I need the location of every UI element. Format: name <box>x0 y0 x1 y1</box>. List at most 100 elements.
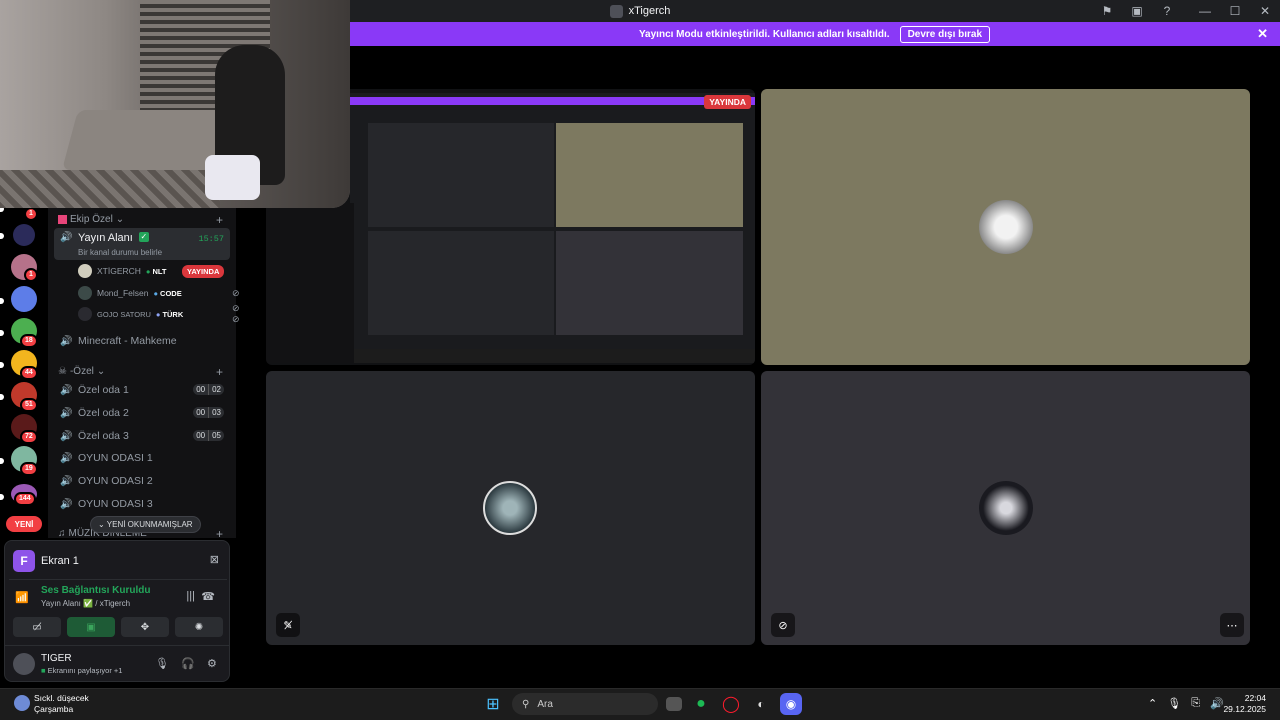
channel-ozel-oda-2[interactable]: 🔊 Özel oda 2 00 03 <box>54 402 230 423</box>
channel-name: OYUN ODASI 2 <box>78 474 153 487</box>
new-servers-badge[interactable]: YENİ <box>6 516 42 532</box>
disable-streamer-mode-button[interactable]: Devre dışı bırak <box>899 25 991 43</box>
server-mention-badge: 44 <box>20 366 38 380</box>
avatar[interactable] <box>13 653 35 675</box>
camera-off-icon[interactable]: ⊘ <box>771 613 795 637</box>
channel-name: Özel oda 2 <box>78 406 129 419</box>
user-name[interactable]: TIGER <box>41 653 72 664</box>
webcam-bed <box>61 110 229 170</box>
discord-icon[interactable]: ◉ <box>780 693 802 715</box>
maximize-button[interactable]: ☐ <box>1220 0 1250 22</box>
discord-window: xTigerch ⚑ ▣ ? — ☐ ✕ Yayıncı Modu etkinl… <box>0 0 1280 720</box>
signal-icon[interactable]: 📶 <box>15 591 29 604</box>
share-screen-button[interactable]: ▣ <box>67 617 115 637</box>
chevron-down-icon: ⌄ <box>115 214 125 225</box>
microphone-icon[interactable]: 🎙 <box>155 657 169 670</box>
more-options-icon[interactable]: ⋯ <box>1220 613 1244 637</box>
gear-icon[interactable]: ⚙ <box>207 657 217 670</box>
verified-check-icon: ✓ <box>138 232 149 242</box>
channel-ozel-oda-3[interactable]: 🔊 Özel oda 3 00 05 <box>54 425 230 446</box>
window-title: xTigerch <box>628 5 671 17</box>
unread-pill <box>0 362 4 368</box>
voice-user-gojo-satoru[interactable]: GOJO SATORU ● TÜRK ⊘ ⊘ <box>78 303 240 324</box>
add-channel-icon[interactable]: + <box>216 527 223 541</box>
server-icon-dark[interactable] <box>13 224 35 246</box>
microphone-icon[interactable]: 🎙 <box>1167 697 1181 710</box>
activities-button[interactable]: ✥ <box>121 617 169 637</box>
weather-widget[interactable]: Sıckl. düşecek Çarşamba <box>14 693 89 715</box>
muted-icon[interactable]: ✎̸ <box>276 613 300 637</box>
help-icon[interactable]: ? <box>1152 0 1182 22</box>
channel-oyun-odasi-3[interactable]: 🔊 OYUN ODASI 3 <box>54 493 230 514</box>
channel-oyun-odasi-2[interactable]: 🔊 OYUN ODASI 2 <box>54 470 230 491</box>
user-panel: TIGER ■ Ekranını paylaşıyor +1 🎙 🎧 ⚙ <box>13 651 225 679</box>
avatar <box>78 264 92 278</box>
new-unreads-button[interactable]: ⌄ YENİ OKUNMAMIŞLAR <box>90 516 201 533</box>
banner-close-icon[interactable]: ✕ <box>1257 26 1268 42</box>
file-explorer-icon[interactable] <box>666 697 682 711</box>
voice-connection: 📶 Ses Bağlantısı Kuruldu Yayın Alanı ✅ /… <box>13 585 223 613</box>
user-limit-counter: 00 03 <box>193 407 224 418</box>
voice-user-mond-felsen[interactable]: Mond_Felsen ● CODE ⊘ <box>78 284 240 302</box>
taskbar-search[interactable]: ⚲ Ara <box>512 693 658 715</box>
close-button[interactable]: ✕ <box>1250 0 1280 22</box>
connection-status[interactable]: Ses Bağlantısı Kuruldu <box>41 585 150 596</box>
connection-channel[interactable]: Yayın Alanı ✅ / xTigerch <box>41 599 130 608</box>
headphones-icon[interactable]: 🎧 <box>181 657 195 670</box>
stop-stream-icon[interactable]: ⊠ <box>210 553 219 566</box>
volume-icon[interactable]: 🔊 <box>1210 697 1224 710</box>
muted-deafened-icon: ⊘ ⊘ <box>232 303 240 324</box>
steam-icon[interactable]: ◐ <box>750 693 772 715</box>
voice-user-xtigerch[interactable]: XTİGERCH ● NLT YAYINDA <box>78 262 225 280</box>
user-limit-counter: 00 02 <box>193 384 224 395</box>
add-channel-icon[interactable]: + <box>216 365 223 379</box>
inbox-icon[interactable]: ▣ <box>1122 0 1152 22</box>
unread-pill <box>0 233 4 239</box>
voice-speaker-icon: 🔊 <box>60 498 73 510</box>
webcam-overlay <box>0 0 350 208</box>
category-flag-icon <box>58 215 67 224</box>
chevron-up-icon[interactable]: ⌃ <box>1148 697 1157 710</box>
flag-icon[interactable]: ⚑ <box>1092 0 1122 22</box>
disconnect-icon[interactable]: ☎ <box>201 590 215 603</box>
stream-avatar: F <box>13 550 35 572</box>
network-icon[interactable]: ⎘ <box>1191 697 1200 710</box>
channel-minecraft-mahkeme[interactable]: 🔊 Minecraft - Mahkeme <box>54 330 230 351</box>
nested-stream-screen <box>350 93 755 363</box>
spotify-icon[interactable]: ● <box>690 693 712 715</box>
opera-icon[interactable]: ◯ <box>720 693 742 715</box>
add-channel-icon[interactable]: + <box>216 213 223 227</box>
server-mention-badge: 1 <box>24 268 38 282</box>
nested-taskbar <box>350 349 755 363</box>
user-name: Mond_Felsen <box>97 288 149 298</box>
voice-speaker-icon: 🔊 <box>60 232 73 243</box>
category-ekip-ozel[interactable]: Ekip Özel ⌄ + <box>58 213 223 227</box>
channel-status[interactable]: Bir kanal durumu belirle <box>78 248 162 257</box>
participant-tile-tiger[interactable] <box>761 89 1250 365</box>
server-mention-badge: 144 <box>14 492 36 506</box>
clock[interactable]: 22:04 29.12.2025 <box>1223 693 1266 715</box>
voice-speaker-icon: 🔊 <box>60 475 73 487</box>
avatar <box>483 481 537 535</box>
windows-start-icon[interactable]: ⊞ <box>482 693 504 715</box>
channel-name: OYUN ODASI 3 <box>78 497 153 510</box>
participant-tile-gojo[interactable]: ⊘ ⋯ <box>761 371 1250 645</box>
channel-ozel-oda-1[interactable]: 🔊 Özel oda 1 00 02 <box>54 379 230 400</box>
noise-suppression-icon[interactable]: ||| <box>186 590 195 602</box>
minimize-button[interactable]: — <box>1190 0 1220 22</box>
stream-preview[interactable]: F Ekran 1 ⊠ <box>13 549 223 573</box>
channel-oyun-odasi-1[interactable]: 🔊 OYUN ODASI 1 <box>54 447 230 468</box>
category-ozel[interactable]: ☠ -Özel ⌄ + <box>58 365 223 379</box>
category-label: -Özel <box>69 366 94 377</box>
server-mention-badge: 51 <box>20 398 38 412</box>
skull-icon: ☠ <box>58 366 67 377</box>
user-tag: ● CODE <box>153 288 182 298</box>
server-icon-blue[interactable] <box>11 286 37 312</box>
camera-off-button[interactable]: ▭̸ <box>13 617 61 637</box>
soundboard-button[interactable]: ✺ <box>175 617 223 637</box>
nested-sidebar <box>266 203 354 363</box>
participant-tile-mond[interactable]: ✎̸ <box>266 371 755 645</box>
channel-yayin-alani[interactable]: 🔊 Yayın Alanı ✓ 15:57 Bir kanal durumu b… <box>54 228 230 260</box>
window-controls: ⚑ ▣ ? — ☐ ✕ <box>1092 0 1280 22</box>
live-badge: YAYINDA <box>704 95 751 109</box>
